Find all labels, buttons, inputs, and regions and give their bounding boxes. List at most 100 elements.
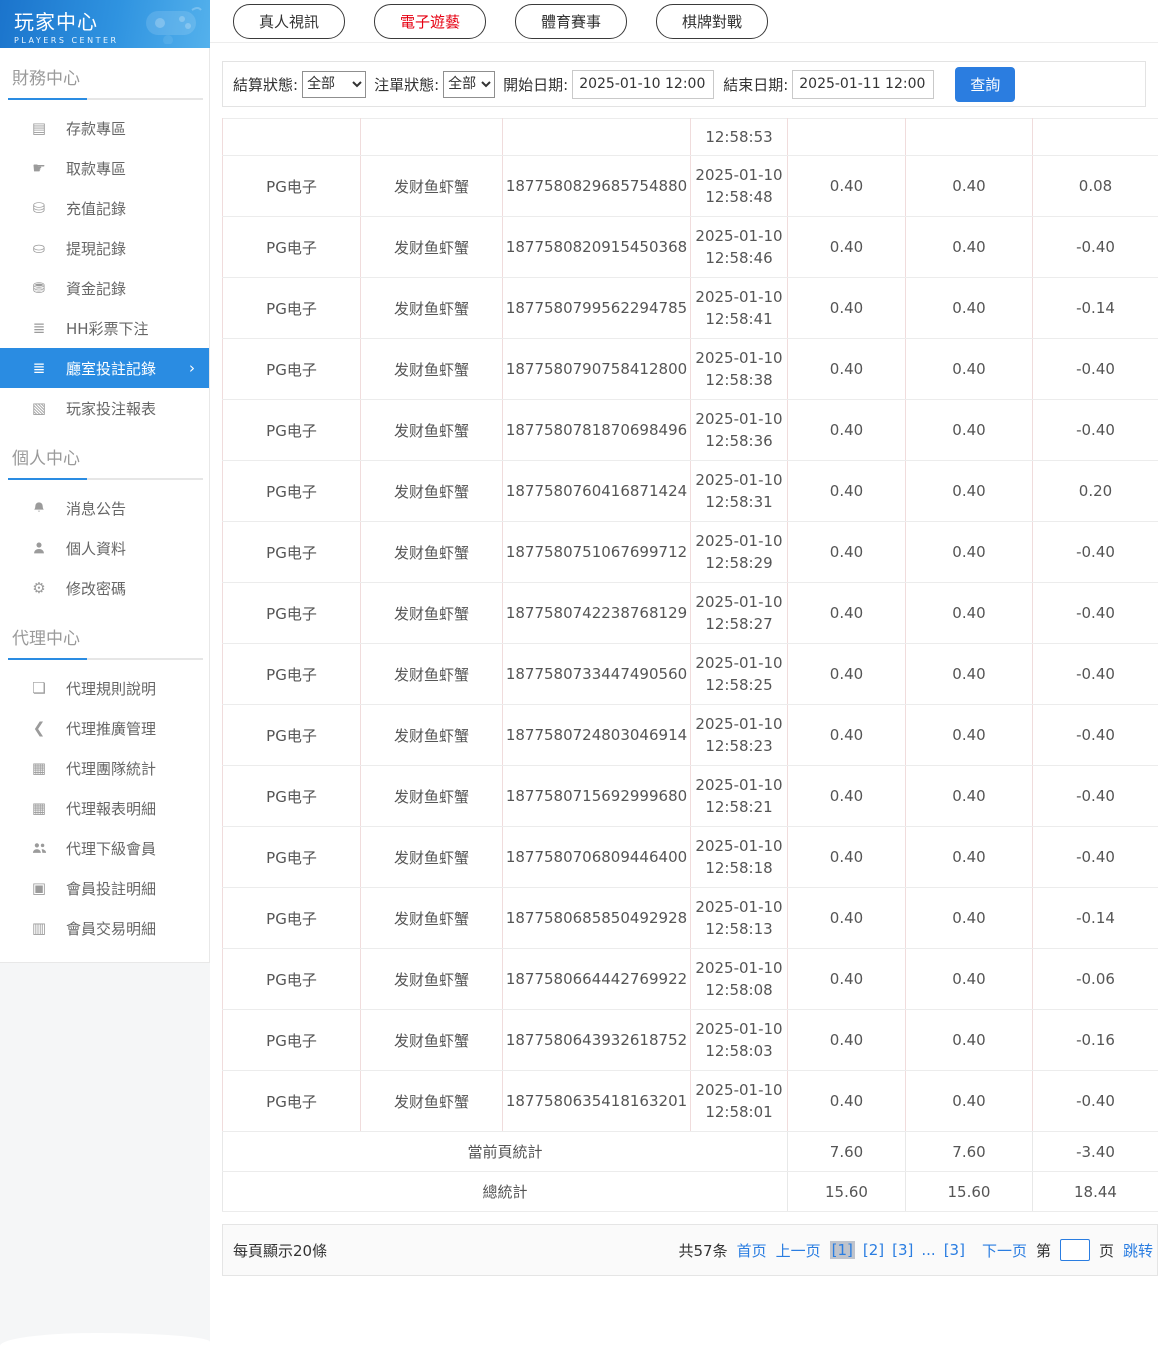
sidebar-item-label: 個人資料 bbox=[66, 539, 127, 558]
bet-time-cell: 2025-01-10 12:58:25 bbox=[690, 643, 788, 705]
bet-time-cell: 2025-01-10 12:58:18 bbox=[690, 826, 788, 888]
game-cell: 发财鱼虾蟹 bbox=[360, 826, 503, 888]
bet-time: 12:58:08 bbox=[705, 981, 773, 999]
bet-time: 12:58:29 bbox=[705, 554, 773, 572]
page-link[interactable]: [2] bbox=[863, 1241, 884, 1259]
first-page-link[interactable]: 首页 bbox=[737, 1240, 767, 1261]
sidebar-item-members[interactable]: 代理下級會員 bbox=[0, 828, 209, 868]
sidebar-item-lottery-list[interactable]: ≣ HH彩票下注 bbox=[0, 308, 209, 348]
bet-time: 12:58:21 bbox=[705, 798, 773, 816]
sidebar-section-title: 財務中心 bbox=[12, 69, 80, 89]
page-link[interactable]: [1] bbox=[829, 1241, 855, 1259]
bet-date: 2025-01-10 bbox=[695, 1020, 783, 1038]
valid-amount-cell: 0.40 bbox=[905, 643, 1033, 705]
sidebar-item-deposit-card[interactable]: ▤ 存款專區 bbox=[0, 108, 209, 148]
profit-cell: -0.14 bbox=[1032, 887, 1158, 949]
profit-cell: -0.06 bbox=[1032, 948, 1158, 1010]
order-status-label: 注單狀態: bbox=[374, 75, 440, 94]
valid-amount-cell: 0.40 bbox=[905, 1070, 1033, 1132]
valid-amount-cell: 0.40 bbox=[905, 826, 1033, 888]
platform-cell: PG电子 bbox=[222, 826, 361, 888]
start-date-label: 開始日期: bbox=[503, 75, 569, 94]
tab-3[interactable]: 體育賽事 bbox=[515, 3, 628, 39]
goto-suffix-label: 页 bbox=[1098, 1241, 1114, 1260]
end-date-input[interactable] bbox=[792, 69, 935, 99]
sidebar-item-funds-record[interactable]: ⛃ 資金記錄 bbox=[0, 268, 209, 308]
sidebar-item-report-detail[interactable]: ▦ 代理報表明細 bbox=[0, 788, 209, 828]
team-stats-icon: ▦ bbox=[31, 759, 47, 777]
sidebar-item-share[interactable]: ❮ 代理推廣管理 bbox=[0, 708, 209, 748]
tab-1[interactable]: 真人視訊 bbox=[233, 3, 346, 39]
valid-amount-cell: 0.40 bbox=[905, 521, 1033, 583]
share-icon: ❮ bbox=[32, 719, 46, 737]
end-date-label: 結束日期: bbox=[723, 75, 789, 94]
sidebar-item-withdraw-hand[interactable]: ☛ 取款專區 bbox=[0, 148, 209, 188]
tab-2[interactable]: 電子遊藝 bbox=[374, 3, 487, 39]
sidebar-item-team-stats[interactable]: ▦ 代理團隊統計 bbox=[0, 748, 209, 788]
game-cell: 发财鱼虾蟹 bbox=[360, 948, 503, 1010]
settle-status-select[interactable]: 全部 bbox=[302, 70, 367, 98]
bet-date: 2025-01-10 bbox=[695, 532, 783, 550]
sidebar-item-label: 提現記錄 bbox=[66, 239, 127, 258]
game-cell: 发财鱼虾蟹 bbox=[360, 216, 503, 278]
platform-cell: PG电子 bbox=[222, 582, 361, 644]
bet-date: 2025-01-10 bbox=[695, 288, 783, 306]
goto-page-input[interactable] bbox=[1059, 1239, 1090, 1261]
bet-date: 2025-01-10 bbox=[695, 959, 783, 977]
search-button[interactable]: 查詢 bbox=[955, 66, 1016, 102]
valid-amount-cell: 0.40 bbox=[905, 887, 1033, 949]
sidebar-item-bell[interactable]: 消息公告 bbox=[0, 488, 209, 528]
bet-amount-cell: 0.40 bbox=[787, 399, 906, 461]
sidebar-item-player-report[interactable]: ▧ 玩家投注報表 bbox=[0, 388, 209, 428]
order-status-select[interactable]: 全部 bbox=[443, 70, 496, 98]
total-summary-row: 總統計 15.60 15.60 18.44 bbox=[222, 1171, 1158, 1212]
page-link[interactable]: [3] bbox=[944, 1241, 965, 1259]
bet-time-cell: 2025-01-10 12:58:13 bbox=[690, 887, 788, 949]
platform-cell: PG电子 bbox=[222, 948, 361, 1010]
start-date-input[interactable] bbox=[572, 69, 715, 99]
sidebar-item-label: 充值記錄 bbox=[66, 199, 127, 218]
goto-button[interactable]: 跳转 bbox=[1123, 1240, 1153, 1261]
sidebar-item-label: HH彩票下注 bbox=[66, 319, 149, 338]
valid-amount-cell: 0.40 bbox=[905, 216, 1033, 278]
table-row: PG电子 发财鱼虾蟹 1877580635418163201 2025-01-10 12… bbox=[222, 1070, 1158, 1132]
tab-4[interactable]: 棋牌對戰 bbox=[656, 3, 769, 39]
sidebar-item-label: 代理規則說明 bbox=[66, 679, 157, 698]
sidebar-item-label: 代理團隊統計 bbox=[66, 759, 157, 778]
page-number-links: [1] [2] [3]... [3] bbox=[829, 1241, 973, 1259]
platform-cell: PG电子 bbox=[222, 460, 361, 522]
sidebar-item-person[interactable]: 個人資料 bbox=[0, 528, 209, 568]
game-cell: 发财鱼虾蟹 bbox=[360, 338, 503, 400]
deposit-card-icon: ▤ bbox=[31, 119, 47, 137]
sidebar-item-recharge-coins[interactable]: ⛁ 充值記錄 bbox=[0, 188, 209, 228]
bet-time-cell: 2025-01-10 12:58:46 bbox=[690, 216, 788, 278]
sidebar-item-document[interactable]: ❏ 代理規則說明 bbox=[0, 668, 209, 708]
pagination-controls: 共57条 首页 上一页 [1] [2] [3]... [3] 下一页 第 页 跳转 bbox=[679, 1239, 1153, 1261]
bet-amount-cell: 0.40 bbox=[787, 948, 906, 1010]
platform-cell: PG电子 bbox=[222, 887, 361, 949]
sidebar-item-member-bets[interactable]: ▣ 會員投註明細 bbox=[0, 868, 209, 908]
page-link[interactable]: [3] bbox=[892, 1241, 913, 1259]
sidebar-bottom-wave bbox=[0, 1333, 210, 1346]
sidebar-item-label: 消息公告 bbox=[66, 499, 127, 518]
table-row: PG电子 发财鱼虾蟹 1877580781870698496 2025-01-10 12… bbox=[222, 399, 1158, 461]
next-page-link[interactable]: 下一页 bbox=[982, 1240, 1027, 1261]
bet-amount-cell: 0.40 bbox=[787, 887, 906, 949]
game-cell: 发财鱼虾蟹 bbox=[360, 460, 503, 522]
sidebar-item-member-trans[interactable]: ▥ 會員交易明細 bbox=[0, 908, 209, 948]
members-icon bbox=[30, 841, 48, 855]
sidebar-item-label: 取款專區 bbox=[66, 159, 127, 178]
bet-date: 2025-01-10 bbox=[695, 837, 783, 855]
profit-cell: -0.40 bbox=[1032, 399, 1158, 461]
sidebar-item-label: 存款專區 bbox=[66, 119, 127, 138]
sidebar-item-bet-record-list[interactable]: ≣ 廳室投註記錄 › bbox=[0, 348, 209, 388]
order-id-cell: 1877580742238768129 bbox=[502, 582, 691, 644]
bet-date: 2025-01-10 bbox=[695, 776, 783, 794]
bet-time: 12:58:48 bbox=[705, 188, 773, 206]
valid-amount-cell: 0.40 bbox=[905, 1009, 1033, 1071]
page-summary-bet: 7.60 bbox=[787, 1131, 906, 1172]
sidebar-item-gear[interactable]: ⚙ 修改密碼 bbox=[0, 568, 209, 608]
sidebar-item-withdraw-record[interactable]: ⛀ 提現記錄 bbox=[0, 228, 209, 268]
prev-page-link[interactable]: 上一页 bbox=[776, 1240, 821, 1261]
sidebar-item-label: 修改密碼 bbox=[66, 579, 127, 598]
